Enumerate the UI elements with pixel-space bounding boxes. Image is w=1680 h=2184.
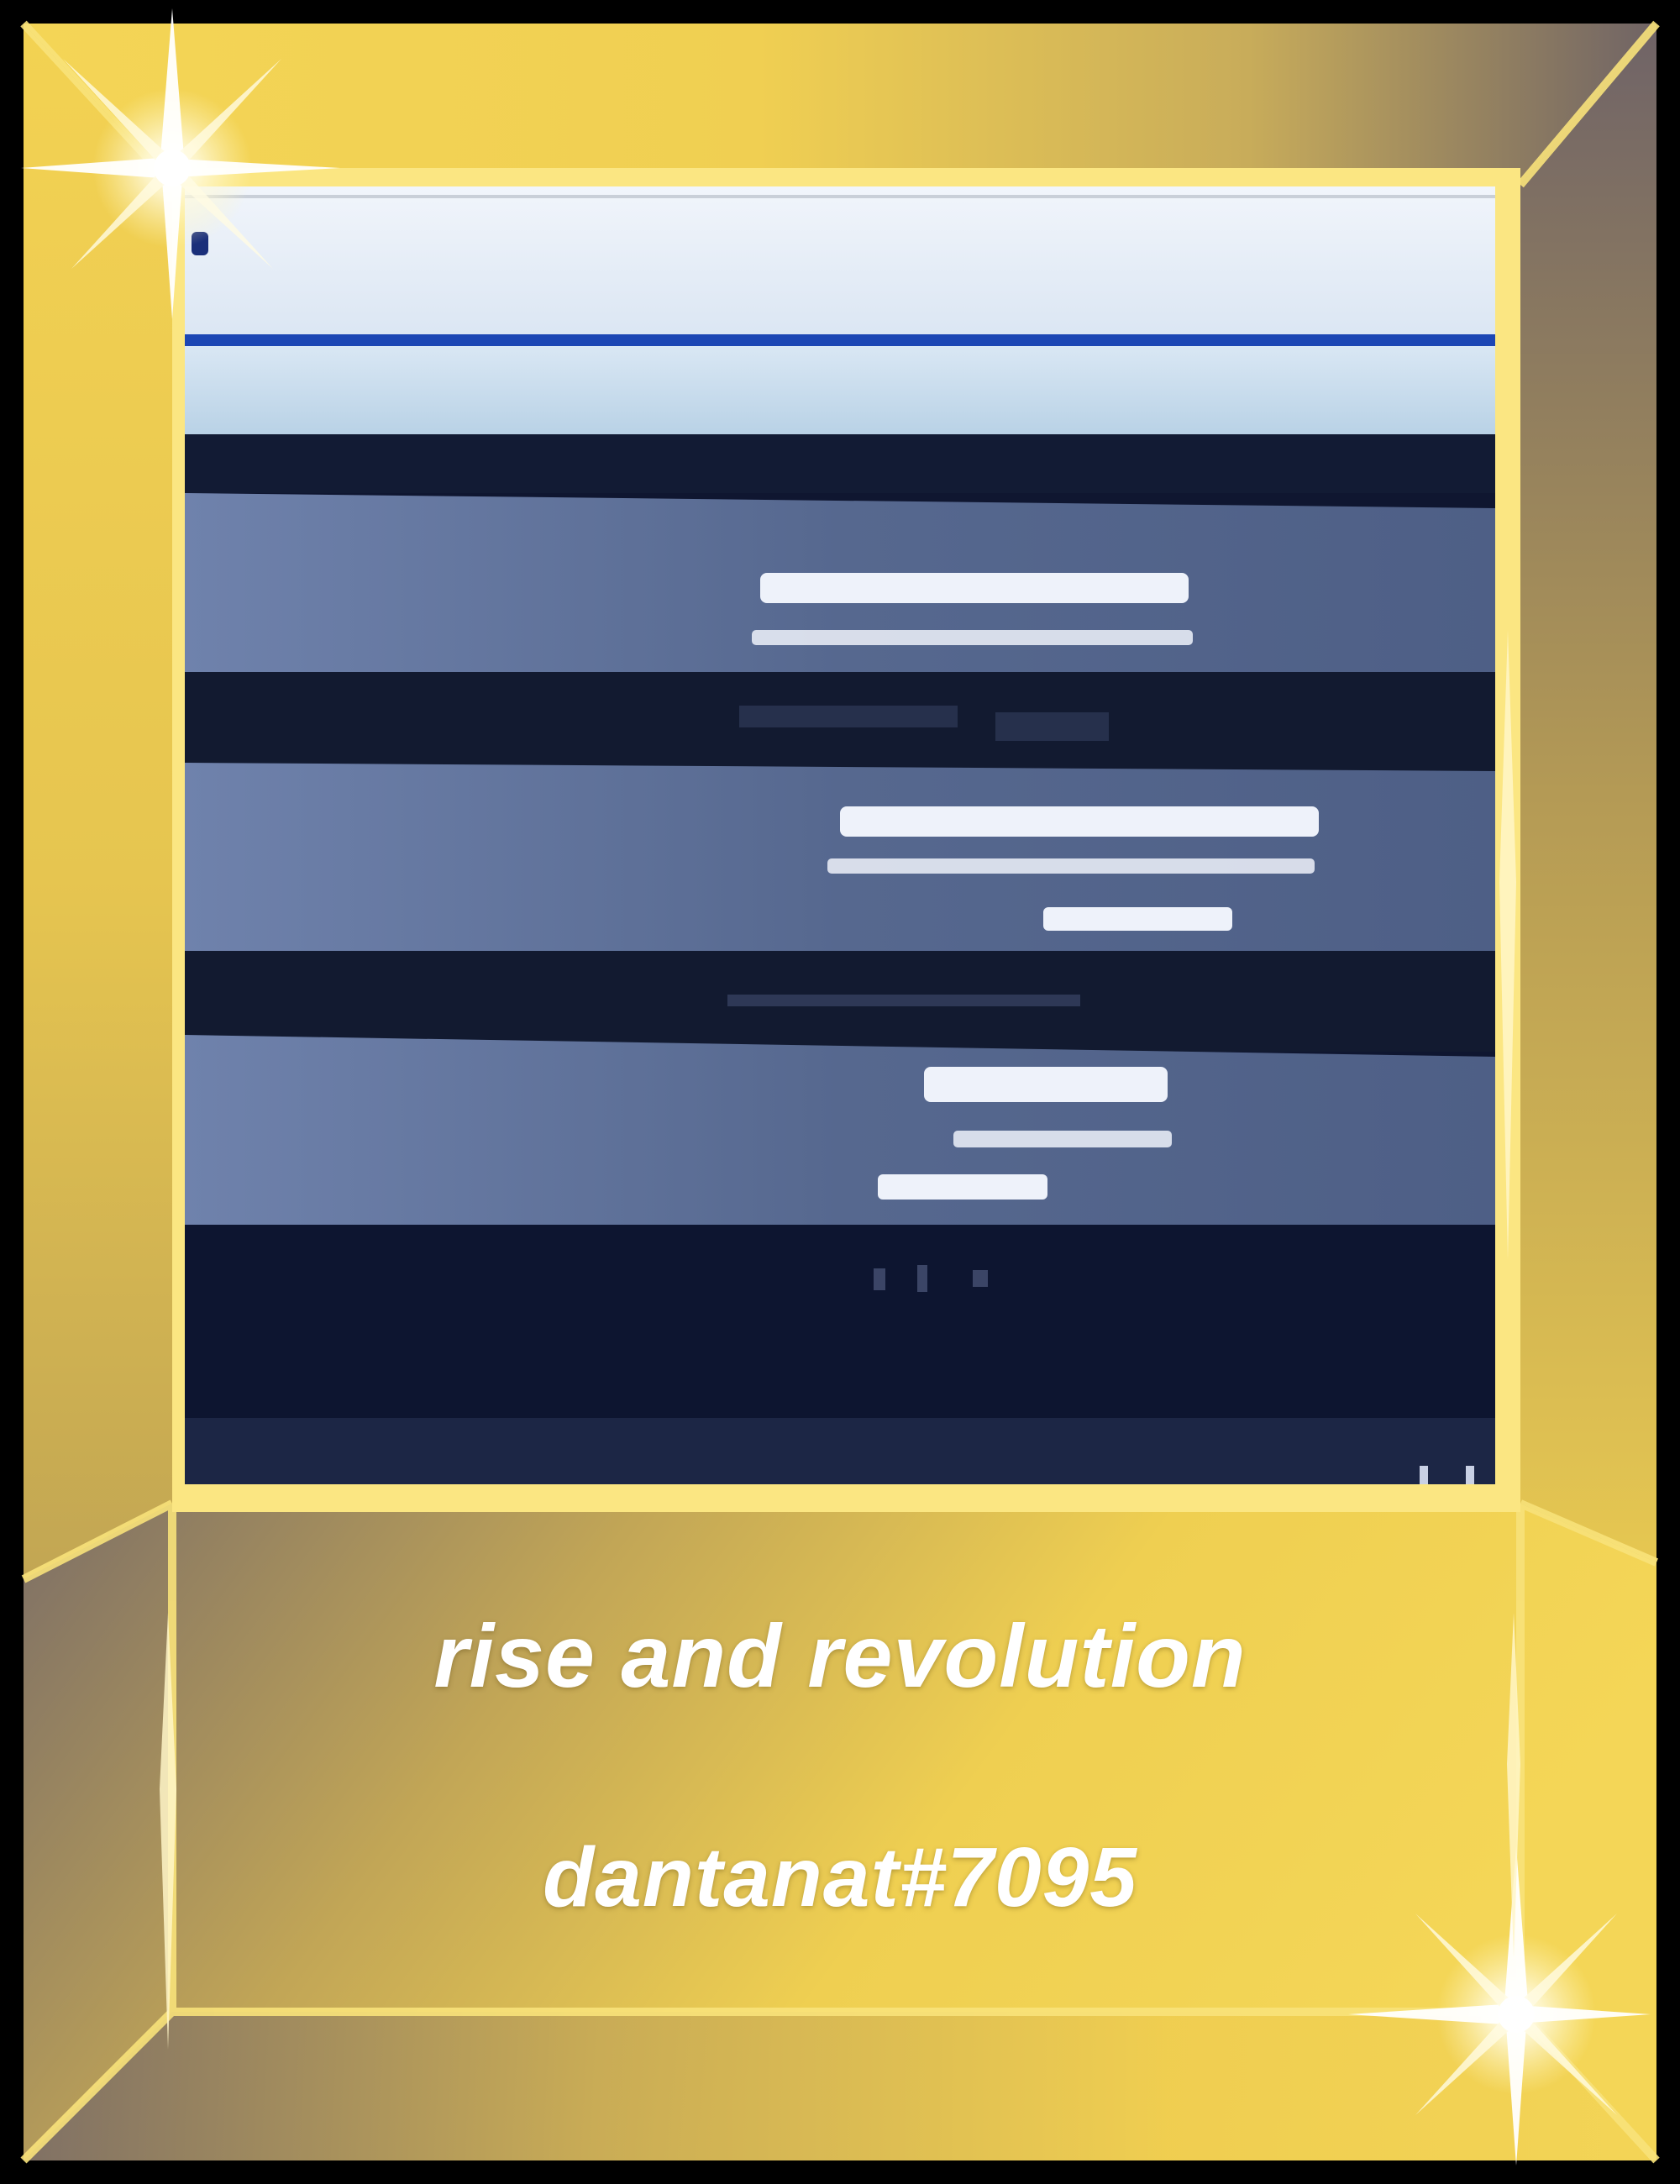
gold-frame-card: rise and revolution dantanat#7095 [0, 0, 1680, 2184]
screen-panel-3 [185, 1035, 1495, 1252]
card-title: rise and revolution [433, 1607, 1247, 1706]
frame-top-bevel [24, 24, 1656, 185]
card-handle: dantanat#7095 [543, 1830, 1137, 1924]
screen-header-bar [185, 186, 1495, 338]
screen-accent-line [185, 334, 1495, 346]
frame-bottom-bevel [24, 2012, 1656, 2160]
frame-right-bevel [1520, 24, 1656, 1562]
embedded-screenshot [185, 186, 1495, 1484]
frame-left-bevel [24, 24, 172, 1579]
